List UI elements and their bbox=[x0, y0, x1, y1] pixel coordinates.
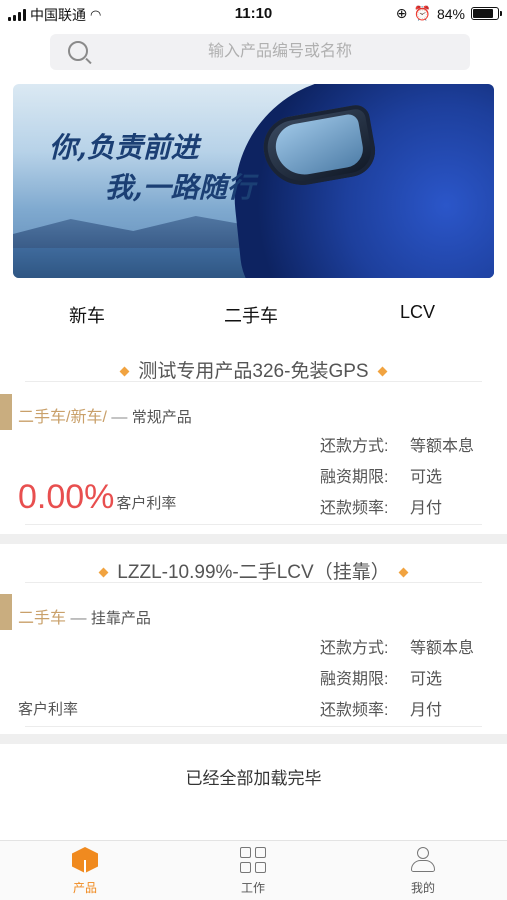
diamond-icon bbox=[98, 568, 109, 578]
rate-label: 客户利率 bbox=[116, 495, 177, 512]
alarm-icon: ⏰ bbox=[413, 5, 431, 21]
product-terms: 还款方式: 等额本息 融资期限: 可选 还款频率: 月付 bbox=[320, 634, 490, 727]
category-separator: — bbox=[106, 409, 132, 426]
search-bar[interactable] bbox=[50, 34, 470, 70]
tabbar-label: 我的 bbox=[410, 881, 435, 895]
product-card[interactable]: 测试专用产品326-免装GPS 二手车/新车/ — 常规产品 还款方式: 等额本息… bbox=[0, 346, 507, 534]
category-tag-bar bbox=[0, 394, 12, 430]
customer-rate: 0.00% 客户利率 bbox=[18, 478, 176, 517]
term-value: 等额本息 bbox=[410, 438, 475, 455]
tab-used-car[interactable]: 二手车 bbox=[224, 302, 278, 328]
battery-percent: 84% bbox=[436, 5, 465, 22]
diamond-icon bbox=[119, 367, 130, 377]
banner-slogan-line1: 你,负责前进 bbox=[49, 131, 199, 164]
product-type: 常规产品 bbox=[131, 409, 192, 426]
search-input[interactable] bbox=[110, 34, 450, 70]
orientation-lock-icon: ⊕ bbox=[395, 5, 408, 21]
tabbar-label: 产品 bbox=[72, 881, 97, 895]
term-label: 融资期限: bbox=[320, 469, 389, 486]
term-label: 还款频率: bbox=[320, 500, 389, 517]
term-row: 还款方式: 等额本息 bbox=[320, 432, 490, 463]
tab-new-car[interactable]: 新车 bbox=[69, 302, 105, 328]
term-row: 还款方式: 等额本息 bbox=[320, 634, 490, 665]
status-indicators: ⊕ ⏰ 84% bbox=[395, 5, 502, 22]
product-title-text: LZZL-10.99%-二手LCV（挂靠） bbox=[117, 562, 390, 583]
term-row: 还款频率: 月付 bbox=[320, 494, 490, 525]
user-icon bbox=[409, 847, 437, 875]
diamond-icon bbox=[398, 568, 409, 578]
term-label: 还款频率: bbox=[320, 702, 389, 719]
banner-slogan-line2: 我,一路随行 bbox=[105, 171, 255, 204]
tabbar-label: 工作 bbox=[240, 881, 265, 895]
diamond-icon bbox=[377, 367, 388, 377]
product-category: 二手车 — 挂靠产品 bbox=[18, 604, 151, 628]
bottom-tab-bar: 产品 工作 我的 bbox=[0, 840, 507, 900]
tabbar-item-mine[interactable]: 我的 bbox=[383, 847, 463, 896]
category-tag: 二手车 bbox=[18, 610, 67, 627]
status-bar: 中国联通 ◠ 11:10 ⊕ ⏰ 84% bbox=[0, 0, 507, 28]
category-separator: — bbox=[66, 610, 91, 627]
term-label: 融资期限: bbox=[320, 671, 389, 688]
rate-value: 0.00% bbox=[18, 478, 115, 516]
box-icon bbox=[71, 847, 99, 875]
tabbar-item-work[interactable]: 工作 bbox=[213, 847, 293, 896]
term-value: 月付 bbox=[410, 500, 443, 517]
term-value: 可选 bbox=[410, 671, 443, 688]
tabbar-item-product[interactable]: 产品 bbox=[45, 847, 125, 896]
term-row: 融资期限: 可选 bbox=[320, 463, 490, 494]
category-tag-bar bbox=[0, 594, 12, 630]
product-card[interactable]: LZZL-10.99%-二手LCV（挂靠） 二手车 — 挂靠产品 还款方式: 等额… bbox=[0, 544, 507, 734]
grid-icon bbox=[239, 847, 267, 875]
product-terms: 还款方式: 等额本息 融资期限: 可选 还款频率: 月付 bbox=[320, 432, 490, 525]
load-complete-text: 已经全部加载完毕 bbox=[185, 769, 322, 788]
term-row: 融资期限: 可选 bbox=[320, 665, 490, 696]
battery-icon bbox=[471, 7, 502, 20]
term-value: 等额本息 bbox=[410, 640, 475, 657]
promo-banner[interactable]: 你,负责前进 我,一路随行 bbox=[13, 84, 494, 278]
divider bbox=[25, 582, 482, 583]
search-icon bbox=[68, 41, 88, 61]
category-tag: 二手车/新车/ bbox=[18, 409, 107, 426]
product-type: 挂靠产品 bbox=[90, 610, 151, 627]
term-value: 月付 bbox=[410, 702, 443, 719]
product-category: 二手车/新车/ — 常规产品 bbox=[18, 403, 192, 427]
category-tabs: 新车 二手车 LCV bbox=[0, 302, 507, 332]
term-label: 还款方式: bbox=[320, 640, 389, 657]
divider bbox=[25, 524, 482, 525]
section-gap bbox=[0, 734, 507, 744]
term-label: 还款方式: bbox=[320, 438, 389, 455]
product-title-text: 测试专用产品326-免装GPS bbox=[138, 361, 369, 382]
product-title: LZZL-10.99%-二手LCV（挂靠） bbox=[0, 557, 507, 584]
divider bbox=[25, 381, 482, 382]
battery-fill bbox=[473, 9, 494, 18]
term-row: 还款频率: 月付 bbox=[320, 696, 490, 727]
term-value: 可选 bbox=[410, 469, 443, 486]
tab-lcv[interactable]: LCV bbox=[400, 302, 435, 323]
section-gap bbox=[0, 534, 507, 544]
rate-label: 客户利率 bbox=[18, 701, 79, 718]
divider bbox=[25, 726, 482, 727]
product-title: 测试专用产品326-免装GPS bbox=[0, 356, 507, 383]
